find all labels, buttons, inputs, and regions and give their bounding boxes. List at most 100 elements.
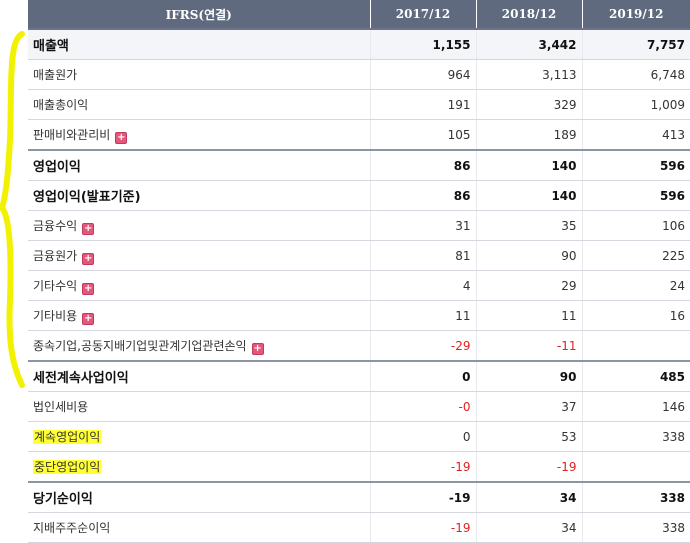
table-row-cogs: 매출원가 964 3,113 6,748 xyxy=(28,59,690,90)
plus-icon[interactable]: + xyxy=(82,312,95,325)
cell-value: 11 xyxy=(476,300,583,331)
row-label-cell: 중단영업이익 xyxy=(28,451,371,483)
table-row-operating-income-reported: 영업이익(발표기준) 86 140 596 xyxy=(28,180,690,211)
table-row-income-tax: 법인세비용 -0 37 146 xyxy=(28,391,690,422)
cell-value: 106 xyxy=(582,210,690,241)
row-label: 매출총이익 xyxy=(28,89,371,120)
row-label-cell: 기타비용 + xyxy=(28,300,371,331)
cell-value: 338 xyxy=(582,481,690,513)
cell-value: 81 xyxy=(370,240,477,271)
header-period-2017: 2017/12 xyxy=(370,0,477,29)
header-period-2018: 2018/12 xyxy=(476,0,583,29)
row-label: 기타비용 xyxy=(33,308,78,323)
cell-value: 24 xyxy=(582,270,690,301)
cell-value: 29 xyxy=(476,270,583,301)
row-label: 세전계속사업이익 xyxy=(28,360,371,392)
table-row-continuing-ops: 계속영업이익 0 53 338 xyxy=(28,421,690,452)
cell-value: 90 xyxy=(476,360,583,392)
table-row-discontinued-ops: 중단영업이익 -19 -19 xyxy=(28,451,690,483)
cell-value xyxy=(582,330,690,362)
row-label: 종속기업,공동지배기업및관계기업관련손익 xyxy=(33,338,247,353)
table-row-gross-profit: 매출총이익 191 329 1,009 xyxy=(28,89,690,120)
cell-value: -0 xyxy=(370,391,477,422)
table-row-pretax-income: 세전계속사업이익 0 90 485 xyxy=(28,360,690,392)
cell-value: 140 xyxy=(476,180,583,211)
row-label: 기타수익 xyxy=(33,278,78,293)
row-label-cell: 종속기업,공동지배기업및관계기업관련손익 + xyxy=(28,330,371,362)
cell-value: 596 xyxy=(582,180,690,211)
row-label: 매출액 xyxy=(28,28,371,60)
cell-value: 964 xyxy=(370,59,477,90)
cell-value: -19 xyxy=(476,451,583,483)
cell-value: 31 xyxy=(370,210,477,241)
cell-value: -19 xyxy=(370,512,477,543)
plus-icon[interactable]: + xyxy=(115,131,128,144)
cell-value: 338 xyxy=(582,512,690,543)
cell-value: -11 xyxy=(476,330,583,362)
table-row-operating-income: 영업이익 86 140 596 xyxy=(28,149,690,181)
row-label: 금융수익 xyxy=(33,218,78,233)
cell-value: 596 xyxy=(582,149,690,181)
table-row-sga: 판매비와관리비 + 105 189 413 xyxy=(28,119,690,151)
cell-value: 37 xyxy=(476,391,583,422)
cell-value: 4 xyxy=(370,270,477,301)
cell-value: 35 xyxy=(476,210,583,241)
table-row-other-income: 기타수익 + 4 29 24 xyxy=(28,270,690,301)
table-row-revenue: 매출액 1,155 3,442 7,757 xyxy=(28,28,690,60)
cell-value: 146 xyxy=(582,391,690,422)
cell-value: 140 xyxy=(476,149,583,181)
row-label: 법인세비용 xyxy=(28,391,371,422)
row-label: 중단영업이익 xyxy=(33,460,102,474)
cell-value: 7,757 xyxy=(582,28,690,60)
cell-value: 34 xyxy=(476,512,583,543)
table-row-net-income: 당기순이익 -19 34 338 xyxy=(28,481,690,513)
cell-value: 1,009 xyxy=(582,89,690,120)
financial-table-container: IFRS(연결) 2017/12 2018/12 2019/12 매출액 1,1… xyxy=(28,0,690,543)
cell-value: -29 xyxy=(370,330,477,362)
row-label: 매출원가 xyxy=(28,59,371,90)
row-label: 지배주주순이익 xyxy=(28,512,371,543)
plus-icon[interactable]: + xyxy=(82,222,95,235)
cell-value: 1,155 xyxy=(370,28,477,60)
plus-icon[interactable]: + xyxy=(82,282,95,295)
row-label-cell: 판매비와관리비 + xyxy=(28,119,371,151)
plus-icon[interactable]: + xyxy=(251,342,264,355)
cell-value: 53 xyxy=(476,421,583,452)
cell-value: 413 xyxy=(582,119,690,151)
cell-value: 105 xyxy=(370,119,477,151)
table-header-row: IFRS(연결) 2017/12 2018/12 2019/12 xyxy=(28,0,690,29)
cell-value: 0 xyxy=(370,421,477,452)
row-label: 계속영업이익 xyxy=(33,430,102,444)
row-label: 영업이익(발표기준) xyxy=(28,180,371,211)
row-label: 당기순이익 xyxy=(28,481,371,513)
cell-value: 34 xyxy=(476,481,583,513)
cell-value: 191 xyxy=(370,89,477,120)
table-row-other-expense: 기타비용 + 11 11 16 xyxy=(28,300,690,331)
row-label-cell: 계속영업이익 xyxy=(28,421,371,452)
cell-value: 90 xyxy=(476,240,583,271)
cell-value: 86 xyxy=(370,180,477,211)
cell-value: 338 xyxy=(582,421,690,452)
cell-value: -19 xyxy=(370,451,477,483)
plus-icon[interactable]: + xyxy=(82,252,95,265)
cell-value xyxy=(582,451,690,483)
row-label: 금융원가 xyxy=(33,248,78,263)
table-row-affiliate-income: 종속기업,공동지배기업및관계기업관련손익 + -29 -11 xyxy=(28,330,690,362)
row-label-cell: 금융원가 + xyxy=(28,240,371,271)
cell-value: 189 xyxy=(476,119,583,151)
row-label: 영업이익 xyxy=(28,149,371,181)
row-label: 판매비와관리비 xyxy=(33,127,111,142)
cell-value: 3,113 xyxy=(476,59,583,90)
cell-value: 225 xyxy=(582,240,690,271)
cell-value: 16 xyxy=(582,300,690,331)
cell-value: -19 xyxy=(370,481,477,513)
cell-value: 0 xyxy=(370,360,477,392)
cell-value: 6,748 xyxy=(582,59,690,90)
table-row-finance-income: 금융수익 + 31 35 106 xyxy=(28,210,690,241)
cell-value: 11 xyxy=(370,300,477,331)
cell-value: 3,442 xyxy=(476,28,583,60)
table-row-finance-cost: 금융원가 + 81 90 225 xyxy=(28,240,690,271)
cell-value: 485 xyxy=(582,360,690,392)
income-statement-table: IFRS(연결) 2017/12 2018/12 2019/12 매출액 1,1… xyxy=(28,0,690,543)
row-label-cell: 기타수익 + xyxy=(28,270,371,301)
